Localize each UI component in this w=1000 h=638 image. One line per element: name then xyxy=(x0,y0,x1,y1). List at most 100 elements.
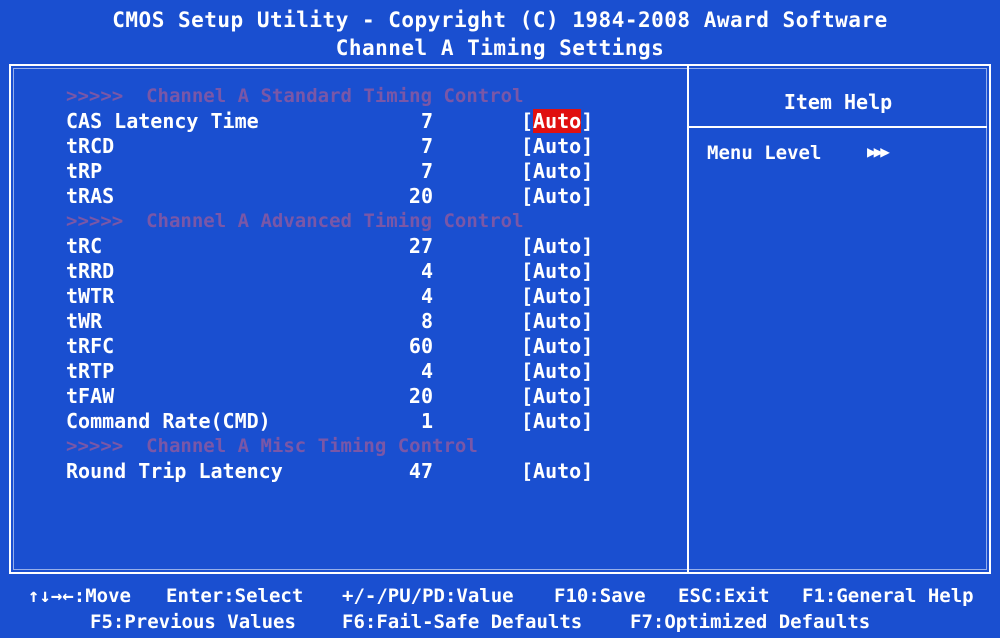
setting-row[interactable]: tRC 27 [Auto] xyxy=(11,234,687,259)
setting-name: tRFC xyxy=(66,334,115,358)
setting-value: 20 xyxy=(408,184,433,208)
setting-value: 27 xyxy=(408,234,433,258)
key-optimized-defaults: F7:Optimized Defaults xyxy=(630,611,871,633)
menu-level-label: Menu Level xyxy=(707,142,822,164)
option-bracket-open: [ xyxy=(521,334,534,358)
section-label: >>>>> Channel A Misc Timing Control xyxy=(66,435,478,457)
setting-row[interactable]: Round Trip Latency 47 [Auto] xyxy=(11,459,687,484)
page-title: Channel A Timing Settings xyxy=(335,36,665,60)
setting-name: tFAW xyxy=(66,384,115,408)
option-text: Auto xyxy=(533,234,582,258)
setting-option[interactable]: [Auto] xyxy=(521,234,593,259)
option-bracket-close: ] xyxy=(581,259,594,283)
setting-option[interactable]: [Auto] xyxy=(521,459,593,484)
option-text: Auto xyxy=(533,459,582,483)
setting-option[interactable]: [Auto] xyxy=(521,159,593,184)
setting-name: tRP xyxy=(66,159,103,183)
setting-row[interactable]: tFAW 20 [Auto] xyxy=(11,384,687,409)
setting-option[interactable]: [Auto] xyxy=(521,309,593,334)
option-text: Auto xyxy=(533,334,582,358)
key-save: F10:Save xyxy=(554,585,646,607)
option-text: Auto xyxy=(533,159,582,183)
option-bracket-open: [ xyxy=(521,134,534,158)
utility-title: CMOS Setup Utility - Copyright (C) 1984-… xyxy=(112,8,888,32)
setting-option[interactable]: [Auto] xyxy=(521,359,593,384)
key-fail-safe-defaults: F6:Fail-Safe Defaults xyxy=(342,611,583,633)
option-bracket-close: ] xyxy=(581,234,594,258)
option-bracket-close: ] xyxy=(581,459,594,483)
header: CMOS Setup Utility - Copyright (C) 1984-… xyxy=(0,6,1000,62)
setting-row[interactable]: tRP 7 [Auto] xyxy=(11,159,687,184)
option-text: Auto xyxy=(533,109,582,133)
option-bracket-close: ] xyxy=(581,134,594,158)
option-bracket-open: [ xyxy=(521,284,534,308)
setting-name: tWTR xyxy=(66,284,115,308)
setting-value: 7 xyxy=(420,159,433,183)
option-bracket-open: [ xyxy=(521,184,534,208)
option-bracket-open: [ xyxy=(521,109,534,133)
section-header: >>>>> Channel A Misc Timing Control xyxy=(11,434,687,459)
setting-row[interactable]: tRAS 20 [Auto] xyxy=(11,184,687,209)
setting-option[interactable]: [Auto] xyxy=(521,334,593,359)
option-text: Auto xyxy=(533,134,582,158)
setting-value: 7 xyxy=(420,109,433,133)
setting-row[interactable]: Command Rate(CMD) 1 [Auto] xyxy=(11,409,687,434)
settings-list: >>>>> Channel A Standard Timing Control C… xyxy=(11,84,687,484)
main-frame: >>>>> Channel A Standard Timing Control C… xyxy=(9,64,991,574)
section-label: >>>>> Channel A Standard Timing Control xyxy=(66,85,524,107)
help-divider xyxy=(689,126,987,128)
setting-name: CAS Latency Time xyxy=(66,109,259,133)
setting-option[interactable]: [Auto] xyxy=(521,409,593,434)
option-bracket-close: ] xyxy=(581,184,594,208)
setting-value: 8 xyxy=(420,309,433,333)
item-help-title: Item Help xyxy=(783,90,893,114)
option-text: Auto xyxy=(533,284,582,308)
setting-value: 4 xyxy=(420,359,433,383)
setting-row[interactable]: tRRD 4 [Auto] xyxy=(11,259,687,284)
key-enter-select: Enter:Select xyxy=(166,585,304,607)
setting-name: tRCD xyxy=(66,134,115,158)
section-label: >>>>> Channel A Advanced Timing Control xyxy=(66,210,524,232)
option-text: Auto xyxy=(533,384,582,408)
section-header: >>>>> Channel A Advanced Timing Control xyxy=(11,209,687,234)
setting-option[interactable]: [Auto] xyxy=(521,109,593,134)
option-text: Auto xyxy=(533,184,582,208)
setting-value: 47 xyxy=(408,459,433,483)
setting-name: tRC xyxy=(66,234,103,258)
setting-value: 20 xyxy=(408,384,433,408)
panel-divider xyxy=(687,66,689,572)
setting-name: Command Rate(CMD) xyxy=(66,409,271,433)
setting-name: tRAS xyxy=(66,184,115,208)
setting-option[interactable]: [Auto] xyxy=(521,259,593,284)
option-bracket-open: [ xyxy=(521,234,534,258)
setting-option[interactable]: [Auto] xyxy=(521,134,593,159)
key-exit: ESC:Exit xyxy=(678,585,770,607)
option-bracket-open: [ xyxy=(521,309,534,333)
setting-row[interactable]: CAS Latency Time 7 [Auto] xyxy=(11,109,687,134)
key-previous-values: F5:Previous Values xyxy=(90,611,296,633)
setting-row[interactable]: tRFC 60 [Auto] xyxy=(11,334,687,359)
option-text: Auto xyxy=(533,409,582,433)
setting-option[interactable]: [Auto] xyxy=(521,184,593,209)
option-text: Auto xyxy=(533,359,582,383)
setting-option[interactable]: [Auto] xyxy=(521,284,593,309)
option-bracket-close: ] xyxy=(581,284,594,308)
setting-name: tRRD xyxy=(66,259,115,283)
setting-name: tWR xyxy=(66,309,103,333)
setting-value: 4 xyxy=(420,284,433,308)
option-bracket-close: ] xyxy=(581,409,594,433)
option-bracket-close: ] xyxy=(581,384,594,408)
option-bracket-open: [ xyxy=(521,259,534,283)
setting-row[interactable]: tWTR 4 [Auto] xyxy=(11,284,687,309)
option-bracket-close: ] xyxy=(581,359,594,383)
setting-value: 4 xyxy=(420,259,433,283)
setting-value: 7 xyxy=(420,134,433,158)
bios-screen: CMOS Setup Utility - Copyright (C) 1984-… xyxy=(0,0,1000,638)
option-bracket-open: [ xyxy=(521,459,534,483)
section-header: >>>>> Channel A Standard Timing Control xyxy=(11,84,687,109)
setting-row[interactable]: tRCD 7 [Auto] xyxy=(11,134,687,159)
setting-row[interactable]: tRTP 4 [Auto] xyxy=(11,359,687,384)
setting-row[interactable]: tWR 8 [Auto] xyxy=(11,309,687,334)
setting-option[interactable]: [Auto] xyxy=(521,384,593,409)
option-bracket-close: ] xyxy=(581,309,594,333)
